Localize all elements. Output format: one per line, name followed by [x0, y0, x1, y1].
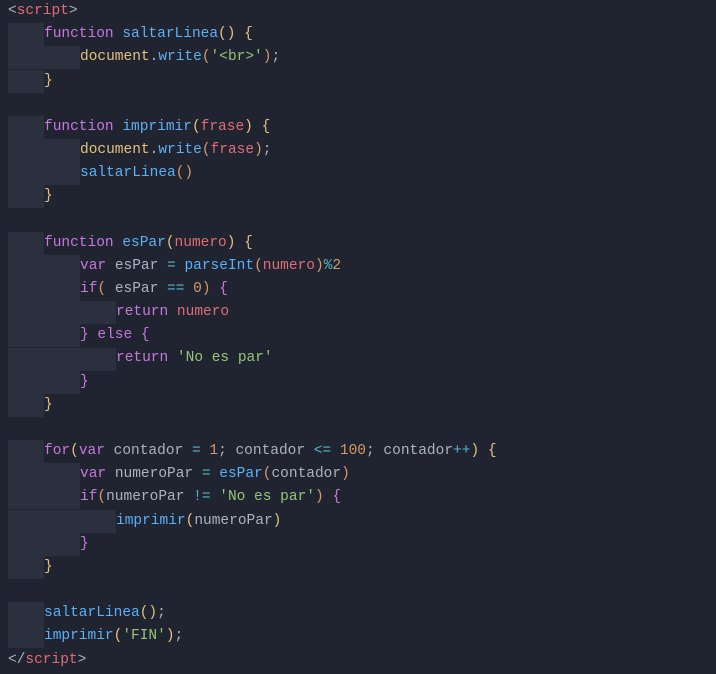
- code-line[interactable]: return numero: [0, 301, 716, 324]
- code-line[interactable]: document.write(frase);: [0, 139, 716, 162]
- code-line[interactable]: return 'No es par': [0, 347, 716, 370]
- code-text: for(var contador = 1; contador <= 100; c…: [44, 440, 497, 463]
- code-text: }: [44, 394, 53, 417]
- code-line[interactable]: imprimir('FIN');: [0, 625, 716, 648]
- code-text: }: [44, 70, 53, 93]
- code-line[interactable]: [0, 209, 716, 232]
- code-line[interactable]: document.write('<br>');: [0, 46, 716, 69]
- code-text: saltarLinea();: [44, 602, 166, 625]
- code-line[interactable]: var numeroPar = esPar(contador): [0, 463, 716, 486]
- code-line[interactable]: function imprimir(frase) {: [0, 116, 716, 139]
- code-text: imprimir(numeroPar): [116, 510, 281, 533]
- code-text: document.write(frase);: [80, 139, 271, 162]
- code-text: </script>: [8, 649, 86, 672]
- code-text: if(numeroPar != 'No es par') {: [80, 486, 341, 509]
- code-line[interactable]: }: [0, 70, 716, 93]
- code-text: <script>: [8, 0, 78, 23]
- code-line[interactable]: [0, 579, 716, 602]
- code-text: saltarLinea(): [80, 162, 193, 185]
- code-text: }: [44, 185, 53, 208]
- code-line[interactable]: function saltarLinea() {: [0, 23, 716, 46]
- code-line[interactable]: var esPar = parseInt(numero)%2: [0, 255, 716, 278]
- code-line[interactable]: saltarLinea(): [0, 162, 716, 185]
- code-text: document.write('<br>');: [80, 46, 280, 69]
- code-line[interactable]: <script>: [0, 0, 716, 23]
- code-line[interactable]: for(var contador = 1; contador <= 100; c…: [0, 440, 716, 463]
- code-line[interactable]: }: [0, 533, 716, 556]
- code-line[interactable]: imprimir(numeroPar): [0, 510, 716, 533]
- code-line[interactable]: }: [0, 185, 716, 208]
- code-text: }: [44, 556, 53, 579]
- code-text: return numero: [116, 301, 229, 324]
- code-line[interactable]: </script>: [0, 649, 716, 672]
- code-line[interactable]: saltarLinea();: [0, 602, 716, 625]
- code-text: if( esPar == 0) {: [80, 278, 228, 301]
- code-line[interactable]: [0, 417, 716, 440]
- code-text: } else {: [80, 324, 150, 347]
- code-line[interactable]: }: [0, 556, 716, 579]
- code-text: function imprimir(frase) {: [44, 116, 270, 139]
- code-line[interactable]: [0, 93, 716, 116]
- code-text: var esPar = parseInt(numero)%2: [80, 255, 341, 278]
- code-line[interactable]: }: [0, 394, 716, 417]
- code-text: var numeroPar = esPar(contador): [80, 463, 350, 486]
- code-text: }: [80, 371, 89, 394]
- code-line[interactable]: if(numeroPar != 'No es par') {: [0, 486, 716, 509]
- code-text: return 'No es par': [116, 347, 273, 370]
- code-text: function esPar(numero) {: [44, 232, 253, 255]
- code-line[interactable]: function esPar(numero) {: [0, 232, 716, 255]
- code-line[interactable]: if( esPar == 0) {: [0, 278, 716, 301]
- code-text: function saltarLinea() {: [44, 23, 253, 46]
- code-text: imprimir('FIN');: [44, 625, 183, 648]
- code-editor[interactable]: <script>function saltarLinea() {document…: [0, 0, 716, 672]
- code-line[interactable]: } else {: [0, 324, 716, 347]
- code-line[interactable]: }: [0, 371, 716, 394]
- code-text: }: [80, 533, 89, 556]
